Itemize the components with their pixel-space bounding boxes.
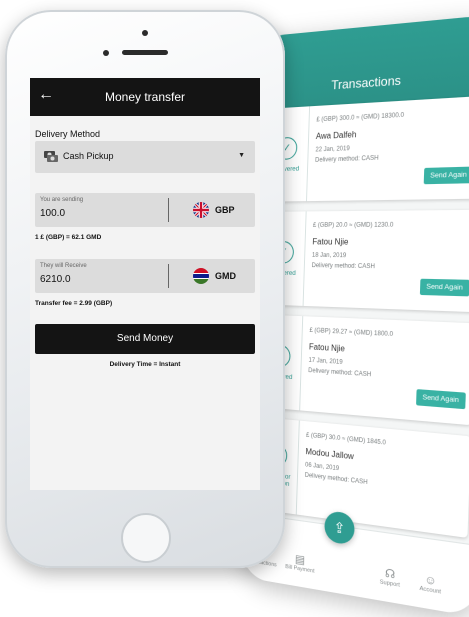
send-again-button[interactable]: Send Again — [415, 389, 466, 410]
transactions-title: Transactions — [331, 72, 402, 93]
send-money-button[interactable]: Send Money — [35, 324, 255, 354]
transactions-list: ✓ Delivered £ (GBP) 300.0 ≈ (GMD) 18300.… — [254, 95, 469, 549]
transaction-details: £ (GBP) 300.0 ≈ (GMD) 18300.0 Awa Dalfeh… — [315, 107, 469, 166]
receive-amount-field[interactable]: They will Receive 6210.0 GMD — [35, 259, 255, 293]
receive-amount-hint: They will Receive — [40, 263, 87, 269]
send-again-button[interactable]: Send Again — [423, 166, 469, 185]
send-amount-field[interactable]: You are sending 100.0 GBP — [35, 193, 255, 227]
delivery-time: Delivery Time = Instant — [109, 361, 181, 368]
page-title: Money transfer — [104, 90, 186, 104]
transaction-amount: £ (GBP) 20.0 ≈ (GMD) 1230.0 — [312, 222, 394, 229]
camera-dot — [142, 30, 148, 36]
cash-icon — [43, 149, 59, 166]
delivery-method-select[interactable]: Cash Pickup ▼ — [35, 141, 255, 173]
field-divider — [168, 264, 169, 288]
chevron-down-icon: ▼ — [238, 152, 245, 159]
top-bar: ← Money transfer — [30, 78, 260, 116]
transaction-details: £ (GBP) 20.0 ≈ (GMD) 1230.0 Fatou Njie 1… — [311, 221, 469, 275]
upload-icon: ⇪ — [333, 518, 346, 537]
money-transfer-phone: ← Money transfer Delivery Method Cash Pi… — [5, 10, 285, 568]
front-camera — [103, 50, 109, 56]
nav-bill-payment[interactable]: ▤ Bill Payment — [279, 550, 322, 576]
gambia-flag-icon — [193, 268, 209, 284]
send-amount-value: 100.0 — [40, 208, 66, 219]
delivery-method: Delivery method: CASH — [311, 262, 376, 271]
uk-flag-icon — [193, 202, 209, 218]
receive-currency[interactable]: GMD — [215, 271, 236, 281]
field-divider — [168, 198, 169, 222]
delivery-method-value: Cash Pickup — [63, 151, 114, 161]
delivery-method-label: Delivery Method — [35, 129, 101, 139]
transfer-fee: Transfer fee = 2.99 (GBP) — [35, 300, 113, 307]
recipient-name: Fatou Njie — [312, 236, 349, 247]
home-button[interactable] — [121, 513, 171, 563]
phone-screen: ← Money transfer Delivery Method Cash Pi… — [30, 78, 260, 490]
send-currency[interactable]: GBP — [215, 205, 235, 215]
transaction-details: £ (GBP) 29.27 ≈ (GMD) 1800.0 Fatou Njie … — [308, 327, 468, 388]
send-again-button[interactable]: Send Again — [419, 278, 469, 297]
exchange-rate: 1 £ (GBP) = 62.1 GMD — [35, 234, 102, 241]
receive-amount-value: 6210.0 — [40, 274, 71, 285]
transaction-details: £ (GBP) 30.0 ≈ (GMD) 1845.0 Modou Jallow… — [305, 432, 464, 501]
speaker-grille — [122, 50, 168, 55]
send-amount-hint: You are sending — [40, 197, 84, 203]
transaction-card[interactable]: ✓ Delivered £ (GBP) 29.27 ≈ (GMD) 1800.0… — [257, 314, 469, 426]
transaction-card[interactable]: ✓ Delivered £ (GBP) 20.0 ≈ (GMD) 1230.0 … — [261, 209, 469, 313]
transaction-card[interactable]: ✓ Delivered £ (GBP) 300.0 ≈ (GMD) 18300.… — [264, 95, 469, 202]
nav-account[interactable]: ☺ Account — [406, 571, 454, 598]
